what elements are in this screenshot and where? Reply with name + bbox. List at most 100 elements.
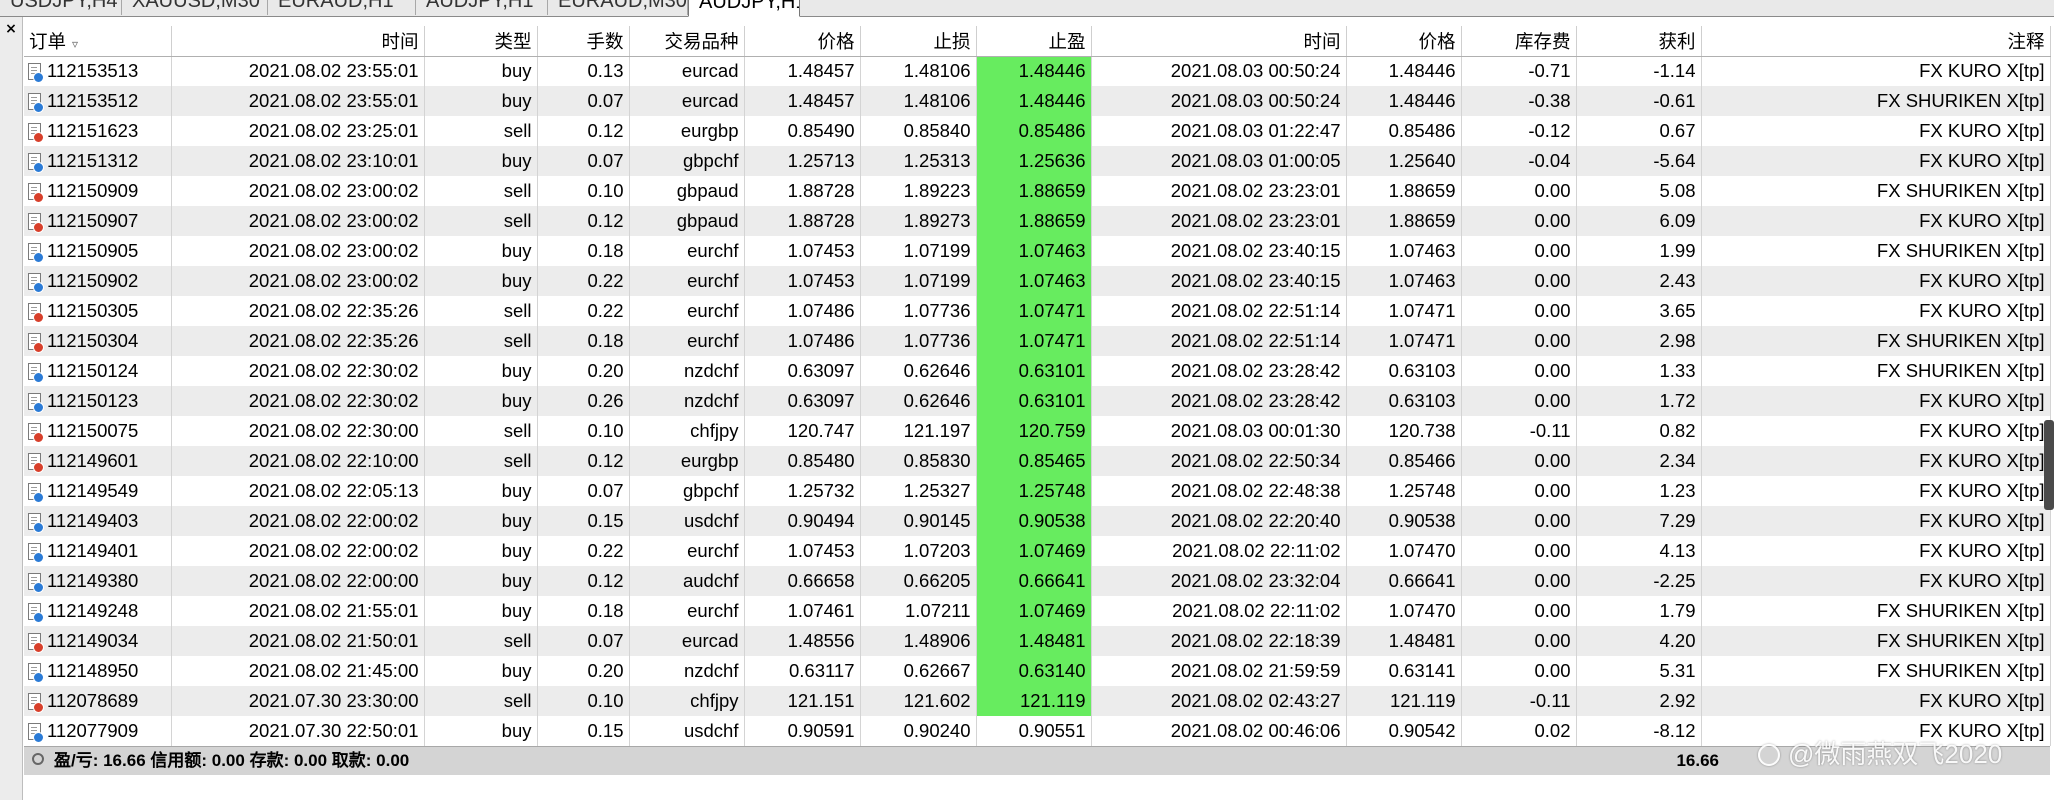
buy-order-icon — [28, 663, 44, 683]
chart-tab[interactable]: EURAUD,H1 — [268, 0, 416, 15]
cell-close-time: 2021.08.02 23:40:15 — [1091, 266, 1347, 296]
cell-profit: 1.79 — [1576, 596, 1702, 626]
buy-order-icon — [28, 603, 44, 623]
cell-stop-loss: 0.90145 — [860, 506, 977, 536]
cell-price: 1.48457 — [744, 86, 861, 116]
table-row[interactable]: 112077909 2021.07.30 22:50:01 buy 0.15 usdch… — [24, 716, 2051, 746]
table-row[interactable]: 112150902 2021.08.02 23:00:02 buy 0.22 eurch… — [24, 266, 2051, 296]
order-type-dot-icon — [33, 672, 44, 683]
weibo-logo-icon — [1758, 744, 1780, 766]
table-row[interactable]: 112078689 2021.07.30 23:30:00 sell 0.10 chfj… — [24, 686, 2051, 716]
scroll-handle[interactable] — [2044, 420, 2054, 510]
cell-lots: 0.07 — [537, 476, 630, 506]
chart-tab[interactable]: USDJPY,H4 — [0, 0, 122, 15]
table-row[interactable]: 112150909 2021.08.02 23:00:02 sell 0.10 gbpa… — [24, 176, 2051, 206]
close-icon[interactable]: × — [3, 21, 19, 37]
cell-lots: 0.15 — [537, 506, 630, 536]
cell-lots: 0.22 — [537, 536, 630, 566]
watermark: @微雨燕双飞2020 — [1758, 737, 2002, 771]
table-row[interactable]: 112150124 2021.08.02 22:30:02 buy 0.20 nzdch… — [24, 356, 2051, 386]
cell-close-time: 2021.08.02 22:51:14 — [1091, 296, 1347, 326]
table-row[interactable]: 112149380 2021.08.02 22:00:00 buy 0.12 audch… — [24, 566, 2051, 596]
chart-tab[interactable]: XAUUSD,M30 — [122, 0, 268, 15]
cell-take-profit: 1.07463 — [976, 236, 1092, 266]
chart-tab[interactable]: EURAUD,M30 — [548, 0, 688, 15]
column-header-take-profit[interactable]: 止盈 — [976, 26, 1092, 57]
cell-type: buy — [424, 566, 538, 596]
cell-profit: 4.13 — [1576, 536, 1702, 566]
column-header-comment[interactable]: 注释 — [1701, 26, 2051, 57]
chart-tab[interactable]: AUDJPY,H1 — [416, 0, 548, 15]
table-row[interactable]: 112150905 2021.08.02 23:00:02 buy 0.18 eurch… — [24, 236, 2051, 266]
cell-lots: 0.22 — [537, 266, 630, 296]
sell-order-icon — [28, 303, 44, 323]
table-row[interactable]: 112150123 2021.08.02 22:30:02 buy 0.26 nzdch… — [24, 386, 2051, 416]
column-header-lots[interactable]: 手数 — [537, 26, 630, 57]
column-header-close-time[interactable]: 时间 — [1091, 26, 1347, 57]
cell-comment: FX SHURIKEN X[tp] — [1701, 656, 2051, 686]
cell-profit: -1.14 — [1576, 56, 1702, 86]
table-row[interactable]: 112149549 2021.08.02 22:05:13 buy 0.07 gbpch… — [24, 476, 2051, 506]
table-row[interactable]: 112150075 2021.08.02 22:30:00 sell 0.10 chfj… — [24, 416, 2051, 446]
order-number: 112149549 — [47, 480, 139, 501]
table-row[interactable]: 112149034 2021.08.02 21:50:01 sell 0.07 eurc… — [24, 626, 2051, 656]
order-type-dot-icon — [33, 402, 44, 413]
cell-close-time: 2021.08.02 23:23:01 — [1091, 176, 1347, 206]
cell-lots: 0.07 — [537, 146, 630, 176]
cell-price: 1.48556 — [744, 626, 861, 656]
column-header-type[interactable]: 类型 — [424, 26, 538, 57]
watermark-text: @微雨燕双飞2020 — [1788, 739, 2003, 769]
table-row[interactable]: 112153513 2021.08.02 23:55:01 buy 0.13 eurca… — [24, 56, 2051, 86]
table-row[interactable]: 112149401 2021.08.02 22:00:02 buy 0.22 eurch… — [24, 536, 2051, 566]
sell-order-icon — [28, 453, 44, 473]
column-header-close-price[interactable]: 价格 — [1346, 26, 1462, 57]
column-header-price[interactable]: 价格 — [744, 26, 861, 57]
cell-profit: 2.34 — [1576, 446, 1702, 476]
column-header-order[interactable]: 订单 ▿ — [24, 26, 172, 57]
cell-lots: 0.13 — [537, 56, 630, 86]
table-row[interactable]: 112150907 2021.08.02 23:00:02 sell 0.12 gbpa… — [24, 206, 2051, 236]
table-row[interactable]: 112151312 2021.08.02 23:10:01 buy 0.07 gbpch… — [24, 146, 2051, 176]
column-header-symbol[interactable]: 交易品种 — [629, 26, 745, 57]
cell-take-profit: 1.07469 — [976, 536, 1092, 566]
cell-open-time: 2021.08.02 23:55:01 — [171, 86, 425, 116]
cell-close-time: 2021.08.02 00:46:06 — [1091, 716, 1347, 746]
cell-close-price: 1.88659 — [1346, 206, 1462, 236]
table-row[interactable]: 112151623 2021.08.02 23:25:01 sell 0.12 eurg… — [24, 116, 2051, 146]
cell-swap: 0.00 — [1461, 596, 1577, 626]
cell-type: sell — [424, 296, 538, 326]
order-type-dot-icon — [33, 522, 44, 533]
cell-swap: -0.11 — [1461, 686, 1577, 716]
cell-type: sell — [424, 686, 538, 716]
chart-tab-active[interactable]: AUDJPY,H1 — [688, 0, 800, 17]
table-row[interactable]: 112150304 2021.08.02 22:35:26 sell 0.18 eurc… — [24, 326, 2051, 356]
cell-type: buy — [424, 656, 538, 686]
cell-symbol: gbpchf — [629, 476, 745, 506]
cell-type: sell — [424, 326, 538, 356]
table-row[interactable]: 112149248 2021.08.02 21:55:01 buy 0.18 eurch… — [24, 596, 2051, 626]
cell-open-time: 2021.08.02 22:30:02 — [171, 356, 425, 386]
buy-order-icon — [28, 393, 44, 413]
cell-price: 1.07453 — [744, 266, 861, 296]
cell-symbol: eurchf — [629, 326, 745, 356]
table-row[interactable]: 112153512 2021.08.02 23:55:01 buy 0.07 eurca… — [24, 86, 2051, 116]
column-header-profit[interactable]: 获利 — [1576, 26, 1702, 57]
cell-profit: 0.82 — [1576, 416, 1702, 446]
sort-indicator-icon: ▿ — [72, 36, 79, 51]
cell-comment: FX KURO X[tp] — [1701, 146, 2051, 176]
column-header-swap[interactable]: 库存费 — [1461, 26, 1577, 57]
cell-symbol: eurgbp — [629, 116, 745, 146]
table-row[interactable]: 112149403 2021.08.02 22:00:02 buy 0.15 usdch… — [24, 506, 2051, 536]
cell-order: 112153512 — [24, 86, 172, 116]
table-row[interactable]: 112149601 2021.08.02 22:10:00 sell 0.12 eurg… — [24, 446, 2051, 476]
cell-open-time: 2021.08.02 22:00:00 — [171, 566, 425, 596]
cell-type: buy — [424, 476, 538, 506]
cell-open-time: 2021.08.02 22:10:00 — [171, 446, 425, 476]
cell-swap: 0.00 — [1461, 356, 1577, 386]
column-header-open-time[interactable]: 时间 — [171, 26, 425, 57]
cell-swap: -0.38 — [1461, 86, 1577, 116]
table-row[interactable]: 112148950 2021.08.02 21:45:00 buy 0.20 nzdch… — [24, 656, 2051, 686]
table-row[interactable]: 112150305 2021.08.02 22:35:26 sell 0.22 eurc… — [24, 296, 2051, 326]
column-header-stop-loss[interactable]: 止损 — [860, 26, 977, 57]
order-number: 112149248 — [47, 600, 139, 621]
